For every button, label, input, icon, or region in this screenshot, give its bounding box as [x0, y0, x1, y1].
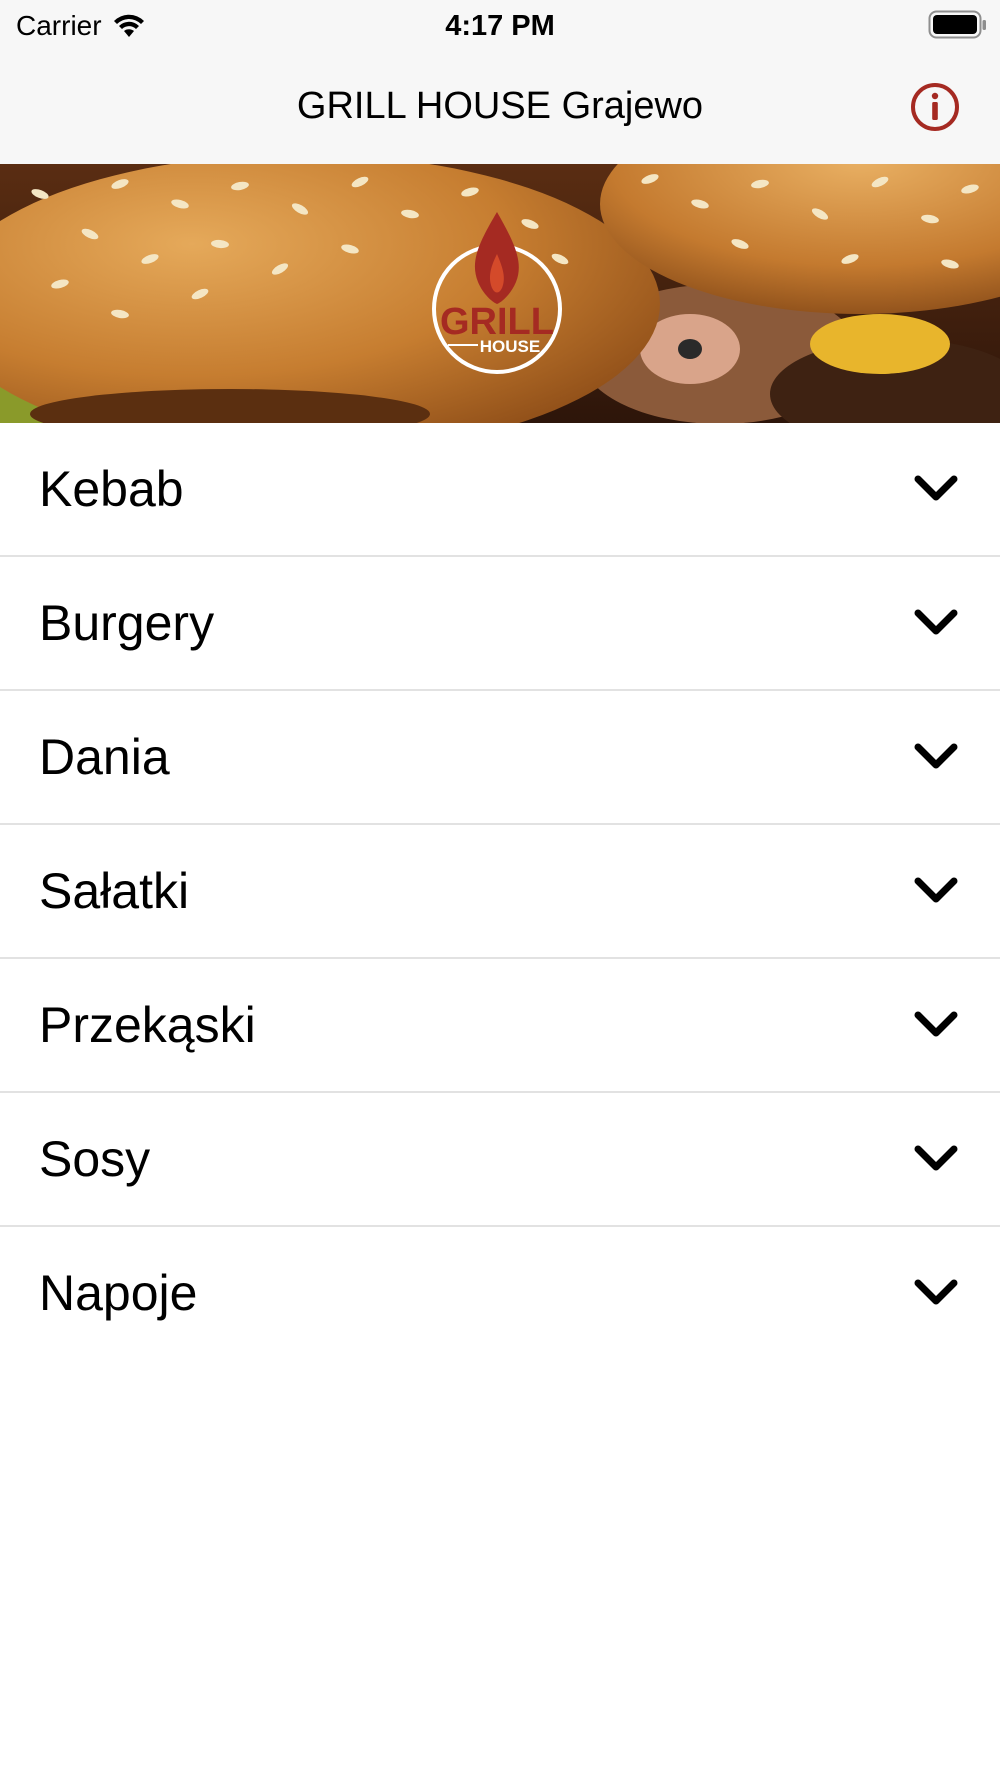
page-title: GRILL HOUSE Grajewo	[296, 85, 704, 127]
category-label: Sałatki	[39, 863, 190, 919]
chevron-down-icon[interactable]	[912, 1006, 960, 1042]
info-button[interactable]	[910, 82, 960, 132]
category-label: Napoje	[39, 1265, 198, 1321]
chevron-down-icon[interactable]	[912, 470, 960, 506]
hero-burger-image: GRILL HOUSE	[0, 164, 1000, 423]
category-label: Burgery	[39, 595, 215, 651]
category-row-napoje[interactable]: Napoje	[0, 1227, 1000, 1361]
category-label: Dania	[39, 729, 170, 785]
category-row-dania[interactable]: Dania	[0, 691, 1000, 825]
category-row-przekaski[interactable]: Przekąski	[0, 959, 1000, 1093]
hero-banner: GRILL HOUSE	[0, 164, 1000, 423]
category-list: Kebab Burgery Dania Sałatki Przekąski So…	[0, 423, 1000, 1361]
chevron-down-icon[interactable]	[912, 738, 960, 774]
category-row-sosy[interactable]: Sosy	[0, 1093, 1000, 1227]
info-circle-icon	[911, 83, 959, 131]
category-row-kebab[interactable]: Kebab	[0, 423, 1000, 557]
category-label: Przekąski	[39, 997, 256, 1053]
logo-text-house: HOUSE	[480, 337, 540, 356]
chevron-down-icon[interactable]	[912, 1274, 960, 1310]
status-bar: Carrier 4:17 PM	[0, 0, 1000, 56]
chevron-down-icon[interactable]	[912, 604, 960, 640]
category-row-salatki[interactable]: Sałatki	[0, 825, 1000, 959]
status-time: 4:17 PM	[445, 10, 555, 42]
category-row-burgery[interactable]: Burgery	[0, 557, 1000, 691]
chevron-down-icon[interactable]	[912, 872, 960, 908]
category-label: Kebab	[39, 461, 184, 517]
category-label: Sosy	[39, 1131, 151, 1187]
chevron-down-icon[interactable]	[912, 1140, 960, 1176]
navigation-bar: GRILL HOUSE Grajewo	[0, 56, 1000, 164]
battery-icon	[928, 10, 988, 40]
